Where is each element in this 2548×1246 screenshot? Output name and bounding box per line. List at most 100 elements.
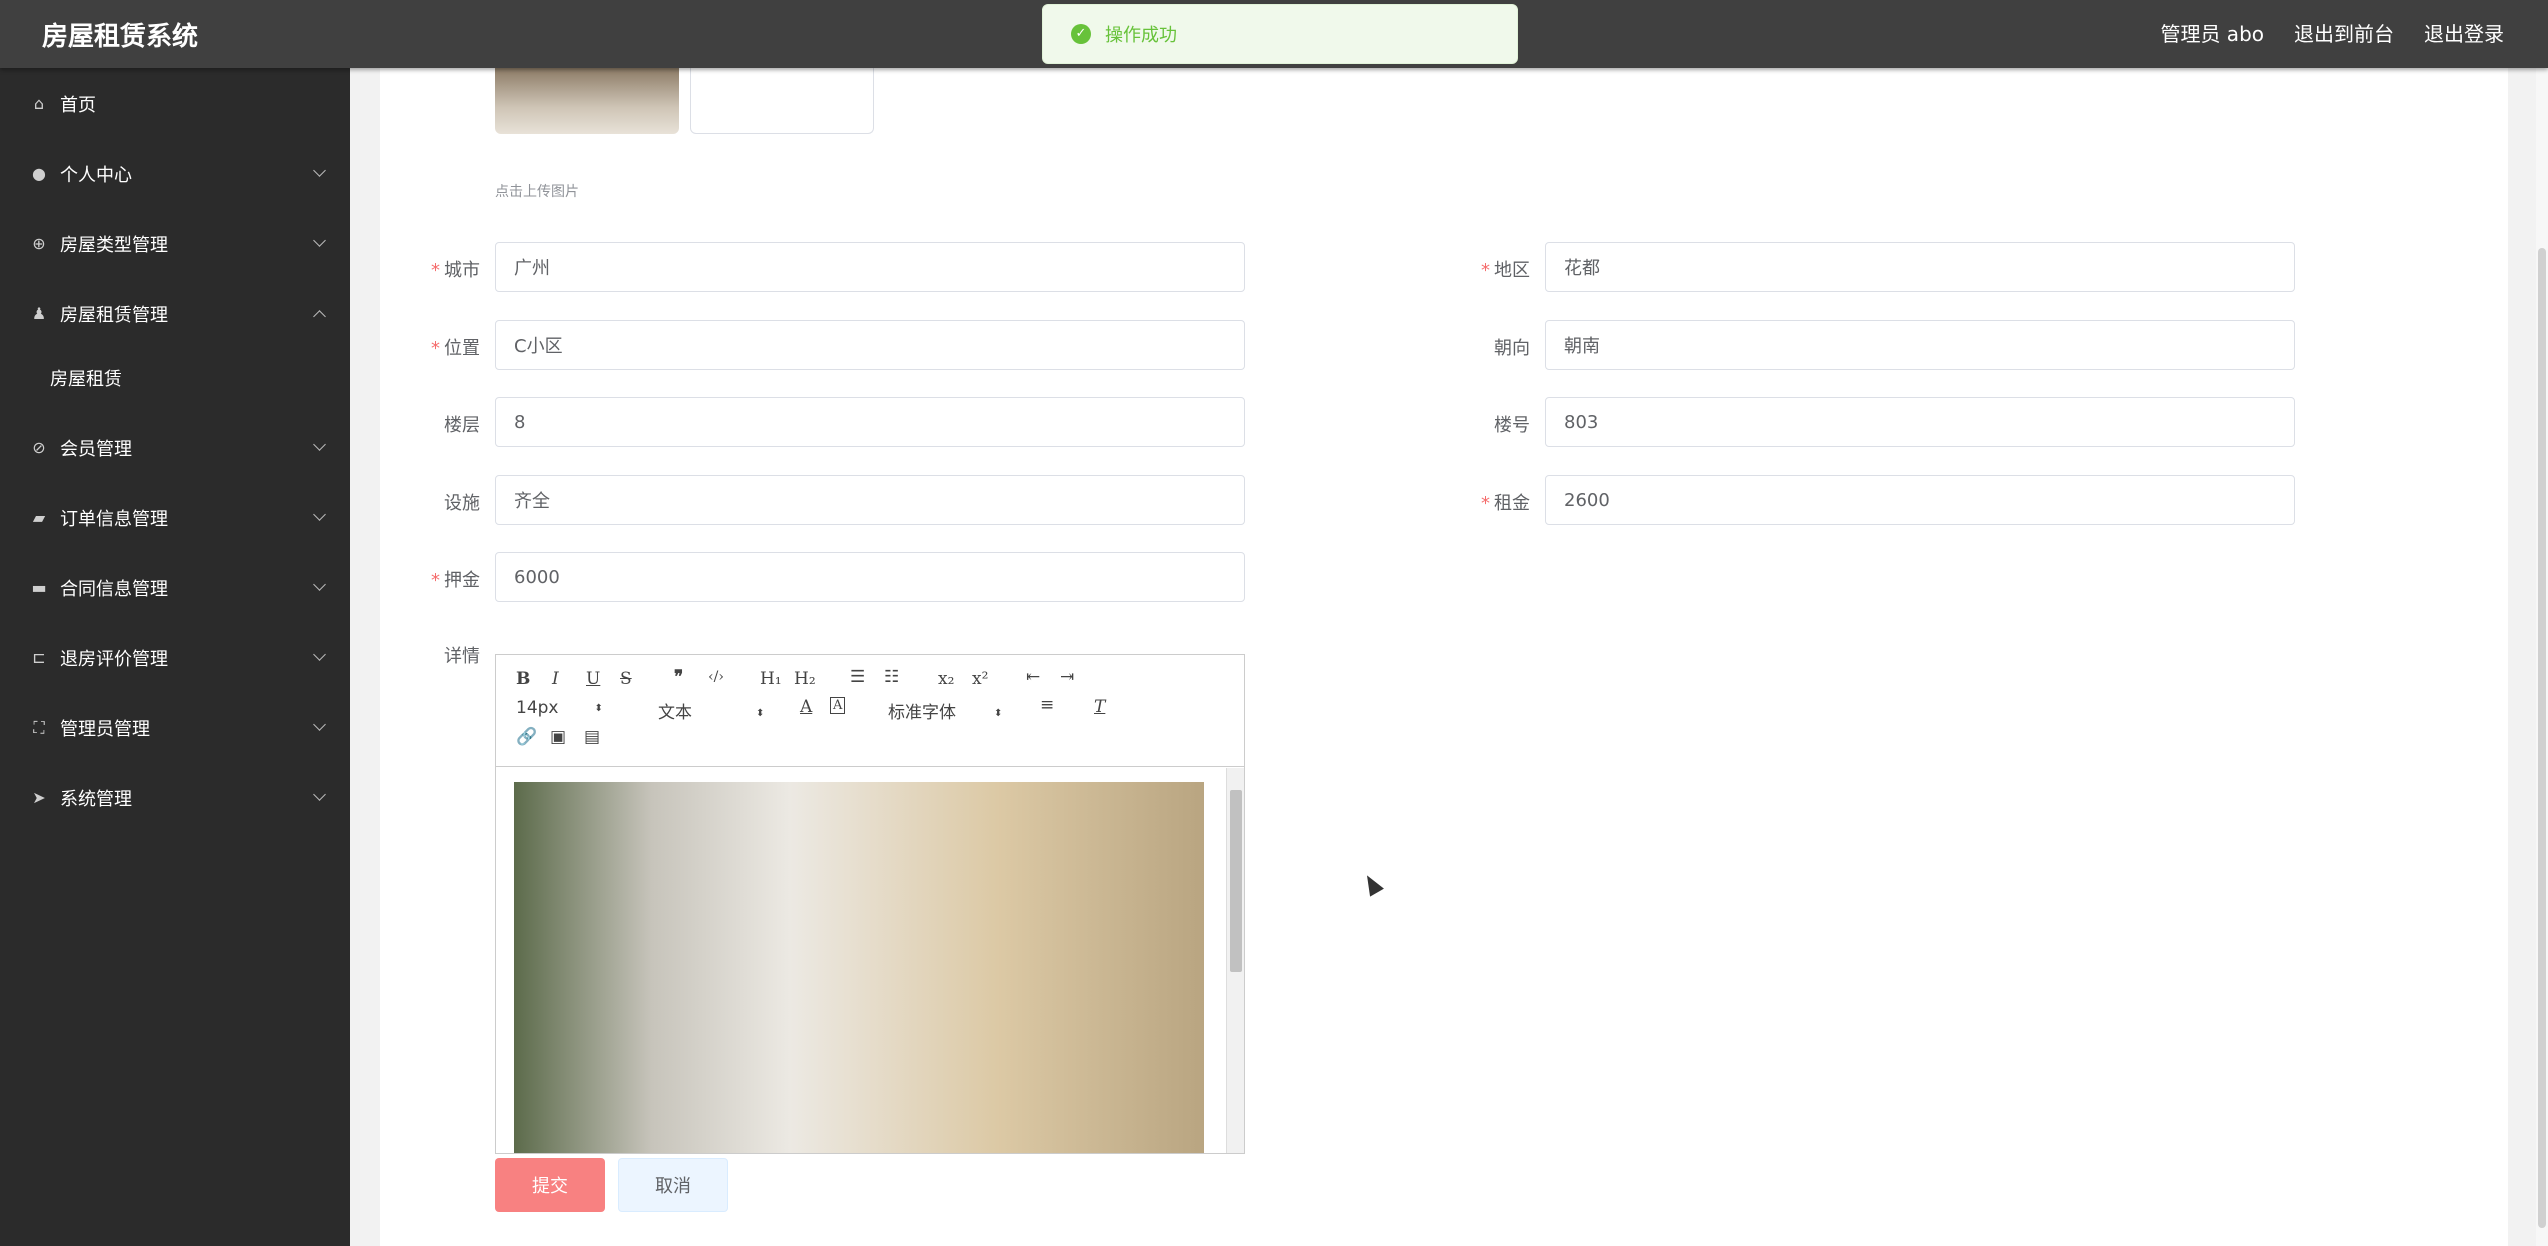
indent-icon[interactable]: ⇥ (1060, 667, 1074, 687)
video-icon[interactable]: ▤ (584, 727, 600, 747)
building-input[interactable]: 803 (1545, 397, 2295, 447)
submit-button[interactable]: 提交 (495, 1158, 605, 1212)
superscript-icon[interactable]: x² (972, 669, 988, 689)
orientation-label: 朝向 (1494, 338, 1530, 359)
district-label: * 地区 (1481, 260, 1530, 281)
code-icon[interactable]: ‹/› (708, 669, 724, 685)
font-family-select[interactable]: 标准字体 ⬍ (888, 698, 1002, 723)
bold-icon[interactable]: B (516, 669, 530, 689)
sidebar-item-orders[interactable]: ▰ 订单信息管理 (0, 494, 350, 542)
chevron-down-icon (313, 508, 326, 521)
sidebar-item-label: 房屋租赁管理 (60, 305, 168, 326)
chevron-up-icon (313, 310, 326, 323)
bell-off-icon: ⊘ (32, 438, 46, 457)
fullscreen-icon: ⛶ (33, 718, 45, 737)
sidebar-item-label: 首页 (60, 95, 96, 116)
font-size-select[interactable]: 14px ⬍ (516, 698, 603, 718)
success-check-icon: ✓ (1071, 24, 1091, 44)
h1-icon[interactable]: H₁ (760, 669, 782, 689)
sidebar-item-label: 房屋类型管理 (60, 235, 168, 256)
font-color-icon[interactable]: A (800, 697, 812, 717)
floor-input[interactable]: 8 (495, 397, 1245, 447)
location-input[interactable]: C小区 (495, 320, 1245, 370)
location-label: * 位置 (431, 338, 480, 359)
rent-label: * 租金 (1481, 493, 1530, 514)
sidebar-item-house-type[interactable]: ⊕ 房屋类型管理 (0, 220, 350, 268)
italic-icon[interactable]: I (552, 669, 559, 689)
sidebar-item-checkout-reviews[interactable]: ⊏ 退房评价管理 (0, 634, 350, 682)
chevron-down-icon (313, 578, 326, 591)
sidebar-subitem-label: 房屋租赁 (50, 369, 122, 390)
h2-icon[interactable]: H₂ (794, 669, 816, 689)
logout-link[interactable]: 退出登录 (2424, 18, 2504, 47)
underline-icon[interactable]: U (586, 669, 600, 689)
chevron-down-icon (313, 788, 326, 801)
cancel-button[interactable]: 取消 (618, 1158, 728, 1212)
image-upload-box[interactable] (690, 68, 874, 134)
strike-icon[interactable]: S (620, 669, 632, 689)
uploaded-house-image[interactable] (495, 68, 679, 134)
page-scrollbar-thumb[interactable] (2538, 248, 2546, 1228)
image-icon[interactable]: ▣ (550, 727, 566, 747)
detail-label: 详情 (444, 646, 480, 667)
editor-content[interactable] (496, 768, 1244, 1153)
crop-icon: ⊏ (32, 648, 46, 667)
building-label: 楼号 (1494, 415, 1530, 436)
editor-scrollbar-thumb[interactable] (1230, 790, 1242, 972)
sidebar-subitem-house-rental[interactable]: 房屋租赁 (0, 356, 350, 400)
outdent-icon[interactable]: ⇤ (1026, 667, 1040, 687)
orientation-input[interactable]: 朝南 (1545, 320, 2295, 370)
top-right-links: 管理员 abo 退出到前台 退出登录 (2160, 18, 2504, 47)
district-input[interactable]: 花都 (1545, 242, 2295, 292)
send-icon: ➤ (32, 788, 46, 807)
city-label: * 城市 (431, 260, 480, 281)
chart-icon: ▰ (32, 508, 46, 527)
rent-input[interactable]: 2600 (1545, 475, 2295, 525)
deposit-label: * 押金 (431, 570, 480, 591)
deposit-input[interactable]: 6000 (495, 552, 1245, 602)
sidebar-item-label: 会员管理 (60, 439, 132, 460)
sidebar-item-admins[interactable]: ⛶ 管理员管理 (0, 704, 350, 752)
toast-message: 操作成功 (1105, 25, 1177, 46)
sidebar: ⌂ 首页 ● 个人中心 ⊕ 房屋类型管理 ♟ 房屋租赁管理 房屋租赁 ⊘ 会员管… (0, 68, 350, 1246)
quote-icon[interactable]: ❞ (674, 667, 683, 687)
sidebar-item-home[interactable]: ⌂ 首页 (0, 80, 350, 128)
person-icon: ♟ (31, 304, 47, 323)
ordered-list-icon[interactable]: ☰ (850, 667, 865, 687)
success-toast: ✓ 操作成功 (1042, 4, 1518, 64)
sidebar-item-members[interactable]: ⊘ 会员管理 (0, 424, 350, 472)
select-arrows-icon: ⬍ (994, 707, 1003, 719)
chevron-down-icon (313, 234, 326, 247)
chevron-down-icon (313, 718, 326, 731)
clear-format-icon[interactable]: T (1094, 697, 1105, 717)
floor-label: 楼层 (444, 415, 480, 436)
detail-image (514, 782, 1204, 1153)
editor-scrollbar[interactable] (1226, 768, 1244, 1153)
sidebar-item-house-rental[interactable]: ♟ 房屋租赁管理 (0, 290, 350, 338)
page-scrollbar[interactable] (2536, 68, 2548, 1246)
select-arrows-icon: ⬍ (594, 702, 603, 714)
sidebar-item-system[interactable]: ➤ 系统管理 (0, 774, 350, 822)
rich-text-editor[interactable]: B I U S ❞ ‹/› H₁ H₂ ☰ ☷ x₂ x² ⇤ ⇥ 14px ⬍ … (495, 654, 1245, 1154)
user-icon: ● (32, 164, 46, 183)
upload-tip: 点击上传图片 (495, 184, 579, 200)
admin-user-label[interactable]: 管理员 abo (2160, 18, 2264, 47)
app-title: 房屋租赁系统 (42, 22, 199, 52)
sidebar-item-label: 个人中心 (60, 165, 132, 186)
city-input[interactable]: 广州 (495, 242, 1245, 292)
sidebar-item-label: 订单信息管理 (60, 509, 168, 530)
format-select[interactable]: 文本 ⬍ (658, 698, 764, 723)
bullet-list-icon[interactable]: ☷ (884, 667, 899, 687)
chevron-down-icon (313, 648, 326, 661)
align-icon[interactable]: ≡ (1040, 695, 1054, 715)
facilities-input[interactable]: 齐全 (495, 475, 1245, 525)
sidebar-item-personal-center[interactable]: ● 个人中心 (0, 150, 350, 198)
link-icon[interactable]: 🔗 (516, 727, 537, 747)
exit-to-front-link[interactable]: 退出到前台 (2294, 18, 2394, 47)
sidebar-item-label: 合同信息管理 (60, 579, 168, 600)
background-color-icon[interactable]: A (830, 697, 846, 714)
subscript-icon[interactable]: x₂ (938, 669, 954, 689)
sidebar-item-contracts[interactable]: ▬ 合同信息管理 (0, 564, 350, 612)
home-icon: ⌂ (33, 94, 45, 113)
chevron-down-icon (313, 164, 326, 177)
